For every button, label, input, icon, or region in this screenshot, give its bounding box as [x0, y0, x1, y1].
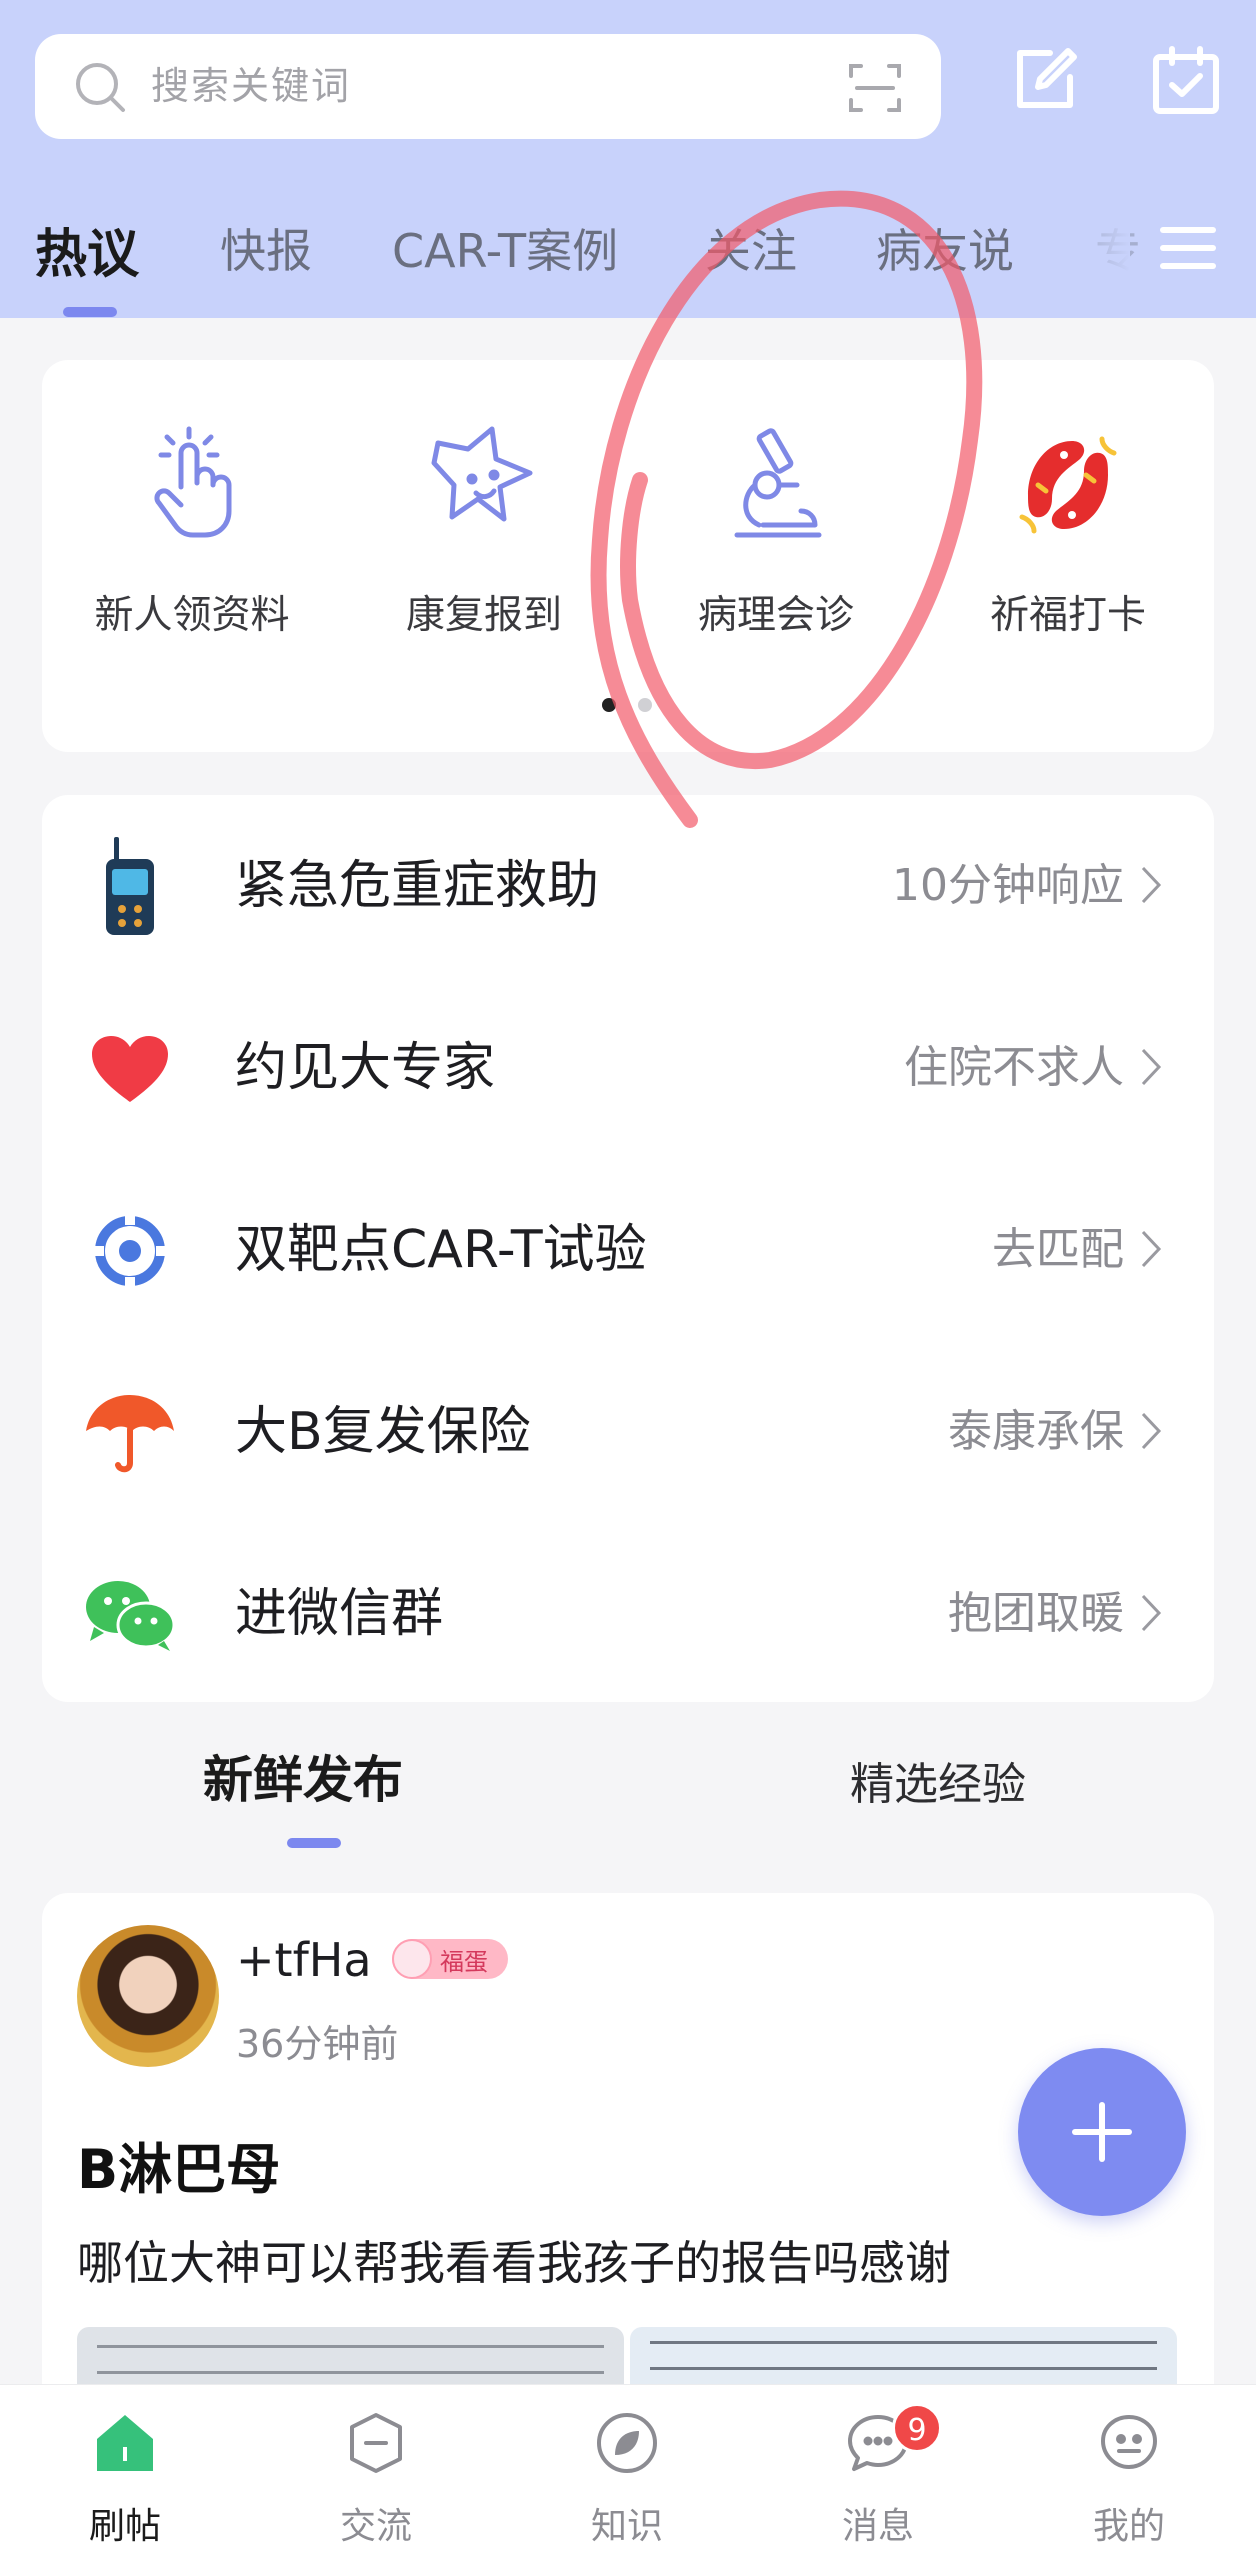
- service-title: 紧急危重症救助: [235, 856, 600, 916]
- service-meet-expert[interactable]: 约见大专家 住院不求人: [42, 977, 1214, 1159]
- quick-label: 康复报到: [405, 593, 562, 638]
- leaf-circle-icon: [595, 2411, 659, 2475]
- avatar[interactable]: [77, 1925, 219, 2067]
- post-time: 36分钟前: [236, 2022, 399, 2066]
- quick-new-user-materials[interactable]: 新人领资料: [72, 420, 312, 640]
- walkie-talkie-icon: [84, 837, 176, 935]
- plus-icon: [1099, 2102, 1105, 2162]
- service-relapse-insurance[interactable]: 大B复发保险 泰康承保: [42, 1341, 1214, 1523]
- chevron-right-icon: [1140, 1411, 1162, 1455]
- chevron-right-icon: [1140, 865, 1162, 909]
- tab-hot[interactable]: 热议: [35, 212, 139, 287]
- bottom-nav: 刷帖 交流 知识 9 消息 我的: [0, 2384, 1256, 2566]
- calendar-check-icon[interactable]: [1150, 45, 1222, 121]
- new-post-button[interactable]: [1018, 2048, 1186, 2216]
- home-icon: [93, 2411, 157, 2475]
- report-line: [650, 2341, 1157, 2344]
- compose-icon[interactable]: [1010, 45, 1080, 119]
- minus-hexagon-icon: [344, 2411, 408, 2475]
- feed-tab-indicator: [287, 1838, 341, 1848]
- wechat-icon: [84, 1569, 176, 1661]
- nav-feed[interactable]: 刷帖: [25, 2385, 225, 2566]
- report-line: [97, 2371, 604, 2374]
- service-title: 进微信群: [235, 1584, 444, 1644]
- heart-icon: [84, 1023, 176, 1115]
- tab-active-indicator: [63, 307, 117, 317]
- annotation-circle: [590, 190, 983, 828]
- target-icon: [84, 1205, 176, 1297]
- nav-label: 消息: [841, 2506, 914, 2547]
- feed-tab-featured[interactable]: 精选经验: [850, 1748, 1026, 1812]
- tabs-fade: [1080, 212, 1130, 282]
- nav-label: 知识: [590, 2506, 663, 2547]
- search-input[interactable]: 搜索关键词: [151, 34, 351, 139]
- tap-hand-icon: [72, 420, 312, 550]
- scan-icon[interactable]: [847, 60, 903, 120]
- feed-tab-latest[interactable]: 新鲜发布: [203, 1740, 403, 1812]
- badge-label: 福蛋: [440, 1947, 488, 1976]
- egg-icon: [392, 1939, 432, 1979]
- post-title: B淋巴母: [77, 2138, 281, 2201]
- service-hint: 抱团取暖: [948, 1588, 1124, 1639]
- chevron-right-icon: [1140, 1593, 1162, 1637]
- search-bar[interactable]: 搜索关键词: [35, 34, 941, 139]
- message-count-badge: 9: [892, 2403, 942, 2453]
- service-title: 双靶点CAR-T试验: [235, 1220, 647, 1280]
- nav-label: 我的: [1092, 2506, 1165, 2547]
- chevron-right-icon: [1140, 1229, 1162, 1273]
- service-wechat-group[interactable]: 进微信群 抱团取暖: [42, 1523, 1214, 1705]
- search-icon: [73, 60, 129, 120]
- umbrella-icon: [84, 1387, 176, 1479]
- nav-label: 刷帖: [88, 2506, 161, 2547]
- service-car-t-trial[interactable]: 双靶点CAR-T试验 去匹配: [42, 1159, 1214, 1341]
- service-hint: 去匹配: [992, 1224, 1124, 1275]
- user-badge: 福蛋: [392, 1939, 508, 1979]
- chevron-right-icon: [1140, 1047, 1162, 1091]
- nav-exchange[interactable]: 交流: [276, 2385, 476, 2566]
- post-username[interactable]: +tfHa: [236, 1933, 372, 1987]
- report-line: [650, 2367, 1157, 2370]
- service-hint: 泰康承保: [948, 1406, 1124, 1457]
- star-face-icon: [364, 420, 604, 550]
- quick-recovery-checkin[interactable]: 康复报到: [364, 420, 604, 640]
- quick-label: 新人领资料: [94, 593, 290, 638]
- service-hint: 住院不求人: [904, 1042, 1124, 1093]
- report-line: [97, 2345, 604, 2348]
- nav-messages[interactable]: 9 消息: [778, 2385, 978, 2566]
- tab-news[interactable]: 快报: [220, 215, 312, 281]
- services-card: 紧急危重症救助 10分钟响应 约见大专家 住院不求人 双靶点CAR-T试验 去匹…: [42, 795, 1214, 1702]
- nav-label: 交流: [339, 2506, 412, 2547]
- nav-knowledge[interactable]: 知识: [527, 2385, 727, 2566]
- service-title: 大B复发保险: [235, 1402, 531, 1462]
- nav-profile[interactable]: 我的: [1029, 2385, 1229, 2566]
- menu-icon[interactable]: [1160, 224, 1216, 276]
- post-body: 哪位大神可以帮我看看我孩子的报告吗感谢: [77, 2236, 951, 2290]
- face-icon: [1097, 2411, 1161, 2475]
- service-title: 约见大专家: [235, 1038, 496, 1098]
